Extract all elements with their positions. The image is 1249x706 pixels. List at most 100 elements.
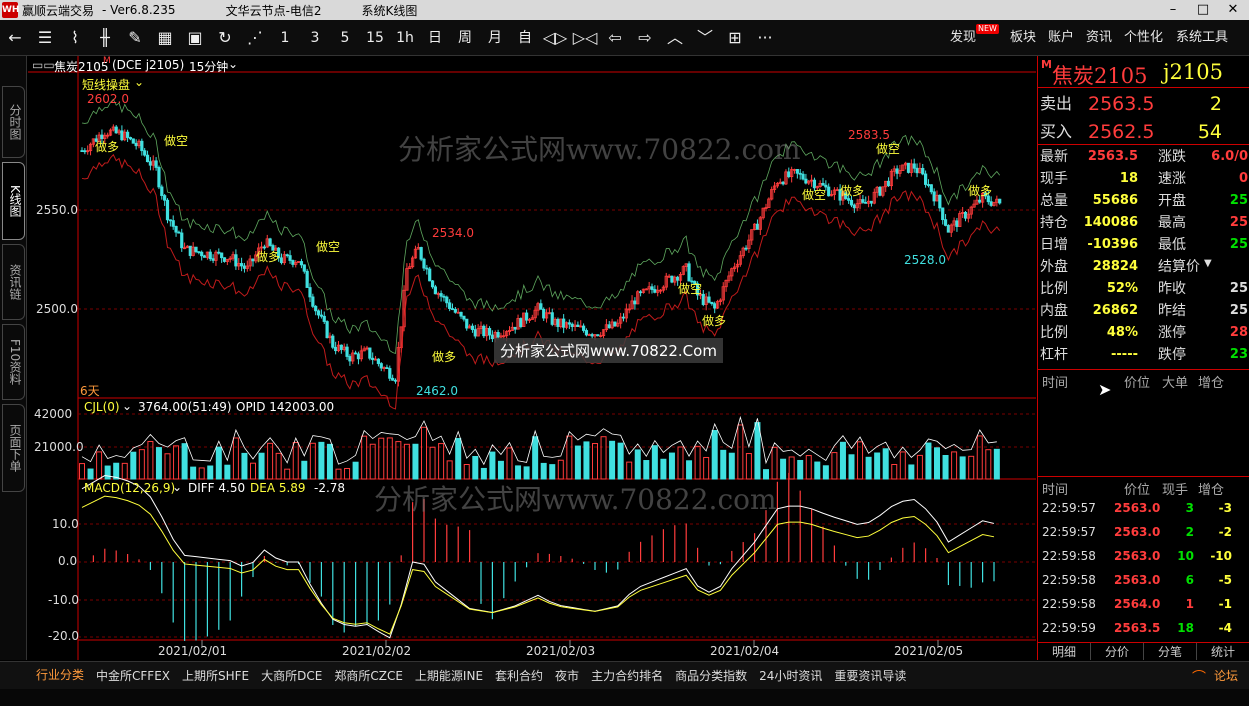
- maximize-button[interactable]: □: [1188, 0, 1218, 20]
- chevron-down-icon[interactable]: ▼: [1204, 258, 1212, 269]
- volume-bar: [951, 451, 958, 480]
- back-icon[interactable]: ←: [0, 20, 30, 56]
- scroll-left-icon[interactable]: ⇦: [600, 20, 630, 56]
- candle: [864, 201, 868, 204]
- menu-discover[interactable]: 发现: [950, 20, 976, 56]
- period-5[interactable]: 5: [330, 20, 360, 56]
- tick-row[interactable]: 22:59:57 2563.0 2 -2: [1038, 520, 1249, 544]
- save-icon[interactable]: ▣: [180, 20, 210, 56]
- period-3[interactable]: 3: [300, 20, 330, 56]
- volume-header[interactable]: CJL(0): [84, 400, 120, 414]
- refresh-icon[interactable]: ↻: [210, 20, 240, 56]
- tab-ticks[interactable]: 分笔: [1144, 643, 1197, 660]
- market-tab-arbitrage[interactable]: 套利合约: [489, 662, 549, 690]
- period-week[interactable]: 周: [450, 20, 480, 56]
- candle: [291, 260, 295, 265]
- period-15[interactable]: 15: [360, 20, 390, 56]
- tab-stats[interactable]: 统计: [1197, 643, 1249, 660]
- period-month[interactable]: 月: [480, 20, 510, 56]
- indicator-icon[interactable]: ⋰: [240, 20, 270, 56]
- market-tab-night[interactable]: 夜市: [549, 662, 585, 690]
- formula-name[interactable]: 短线操盘: [82, 76, 130, 93]
- candle: [391, 377, 395, 381]
- menu-account[interactable]: 账户: [1048, 20, 1074, 56]
- period-day[interactable]: 日: [420, 20, 450, 56]
- market-tab-main-rank[interactable]: 主力合约排名: [585, 662, 669, 690]
- scroll-right-icon[interactable]: ⇨: [630, 20, 660, 56]
- tab-intraday[interactable]: 分时图: [2, 86, 25, 158]
- chevron-up-icon[interactable]: ︿: [660, 20, 690, 56]
- more-button[interactable]: ···: [750, 20, 780, 56]
- sell-row[interactable]: 卖出 2563.5 2: [1038, 91, 1249, 117]
- buy-row[interactable]: 买入 2562.5 54: [1038, 119, 1249, 145]
- market-tab-ine[interactable]: 上期能源INE: [409, 662, 489, 690]
- stat-value: 2563.5: [1087, 149, 1138, 164]
- tab-order[interactable]: 页面下单: [2, 404, 25, 492]
- tick-row[interactable]: 22:59:58 2564.0 1 -1: [1038, 592, 1249, 616]
- market-tab-24h-news[interactable]: 24小时资讯: [753, 662, 828, 690]
- tick-row[interactable]: 22:59:57 2563.0 3 -3: [1038, 496, 1249, 520]
- chart-period-select[interactable]: 15分钟: [189, 58, 228, 75]
- chevron-down-icon[interactable]: ﹀: [690, 20, 720, 56]
- chevron-down-icon[interactable]: ⌄: [228, 57, 238, 71]
- stat-value: 25: [1229, 237, 1248, 252]
- tick-price: 2563.0: [1114, 549, 1161, 563]
- market-tab-shfe[interactable]: 上期所SHFE: [176, 662, 255, 690]
- market-tab-cffex[interactable]: 中金所CFFEX: [90, 662, 176, 690]
- chevron-down-icon[interactable]: ⌄: [134, 75, 144, 89]
- menu-news[interactable]: 资讯: [1086, 20, 1112, 56]
- candle-icon[interactable]: ╫: [90, 20, 120, 56]
- market-tab-industry[interactable]: 行业分类: [30, 661, 91, 691]
- period-custom[interactable]: 自: [510, 20, 540, 56]
- stat-label: 昨结: [1158, 303, 1186, 319]
- menu-sector[interactable]: 板块: [1010, 20, 1036, 56]
- tab-kline[interactable]: K线图: [2, 162, 25, 240]
- market-tab-czce[interactable]: 郑商所CZCE: [328, 662, 409, 690]
- tab-price-dist[interactable]: 分价: [1091, 643, 1144, 660]
- grid-chart-icon[interactable]: ▦: [150, 20, 180, 56]
- layout-icon[interactable]: ⊞: [720, 20, 750, 56]
- candle: [633, 300, 637, 305]
- period-1[interactable]: 1: [270, 20, 300, 56]
- chart-symbol[interactable]: 焦炭2105: [54, 58, 109, 75]
- zoom-in-icon[interactable]: ◁▷: [540, 20, 570, 56]
- kline-chart-area[interactable]: ▭▭ 焦炭2105 M (DCE j2105) 15分钟 ⌄ 短线操盘 ⌄ 6天…: [28, 56, 1036, 660]
- candle: [710, 301, 714, 305]
- candle: [299, 261, 304, 266]
- market-bar: 行业分类 中金所CFFEX 上期所SHFE 大商所DCE 郑商所CZCE 上期能…: [0, 661, 1249, 691]
- tab-f10[interactable]: F10资料: [2, 324, 25, 400]
- menu-personalize[interactable]: 个性化: [1124, 20, 1163, 56]
- period-1h[interactable]: 1h: [390, 20, 420, 56]
- tab-news-chain[interactable]: 资讯链: [2, 244, 25, 320]
- chevron-down-icon[interactable]: ⌄: [122, 399, 132, 413]
- page-name: 系统K线图: [361, 3, 418, 18]
- tick-oi: -10: [1210, 549, 1232, 563]
- chevron-down-icon[interactable]: ⌄: [172, 480, 182, 494]
- tick-row[interactable]: 22:59:58 2563.0 10 -10: [1038, 544, 1249, 568]
- market-tab-dce[interactable]: 大商所DCE: [255, 662, 328, 690]
- volume-bar: [600, 436, 607, 480]
- line-chart-icon[interactable]: ⌇: [60, 20, 90, 56]
- stat-row: 日增 -10396 最低 25: [1038, 234, 1249, 256]
- volume-bar: [968, 455, 975, 480]
- tick-row[interactable]: 22:59:58 2563.0 6 -5: [1038, 568, 1249, 592]
- volume-bar: [326, 443, 333, 480]
- minimize-button[interactable]: –: [1158, 0, 1188, 20]
- list-icon[interactable]: ☰: [30, 20, 60, 56]
- forum-link[interactable]: 论坛: [1208, 662, 1244, 690]
- macd-header[interactable]: MACD(12,26,9): [84, 481, 175, 495]
- close-button[interactable]: ✕: [1218, 0, 1248, 20]
- market-tab-key-news[interactable]: 重要资讯导读: [828, 662, 912, 690]
- chart-symbol-m: M: [103, 56, 111, 66]
- zoom-out-icon[interactable]: ▷◁: [570, 20, 600, 56]
- market-tab-index[interactable]: 商品分类指数: [669, 662, 753, 690]
- candle: [163, 195, 167, 201]
- forum-icon[interactable]: ⌒: [1192, 667, 1206, 687]
- volume-bar: [754, 422, 761, 480]
- draw-icon[interactable]: ✎: [120, 20, 150, 56]
- tab-detail[interactable]: 明细: [1038, 643, 1091, 660]
- app-version: - Ver6.8.235: [102, 3, 176, 17]
- menu-system-tools[interactable]: 系统工具: [1176, 20, 1228, 56]
- volume-bar: [780, 458, 787, 480]
- tick-row[interactable]: 22:59:59 2563.5 18 -4: [1038, 616, 1249, 640]
